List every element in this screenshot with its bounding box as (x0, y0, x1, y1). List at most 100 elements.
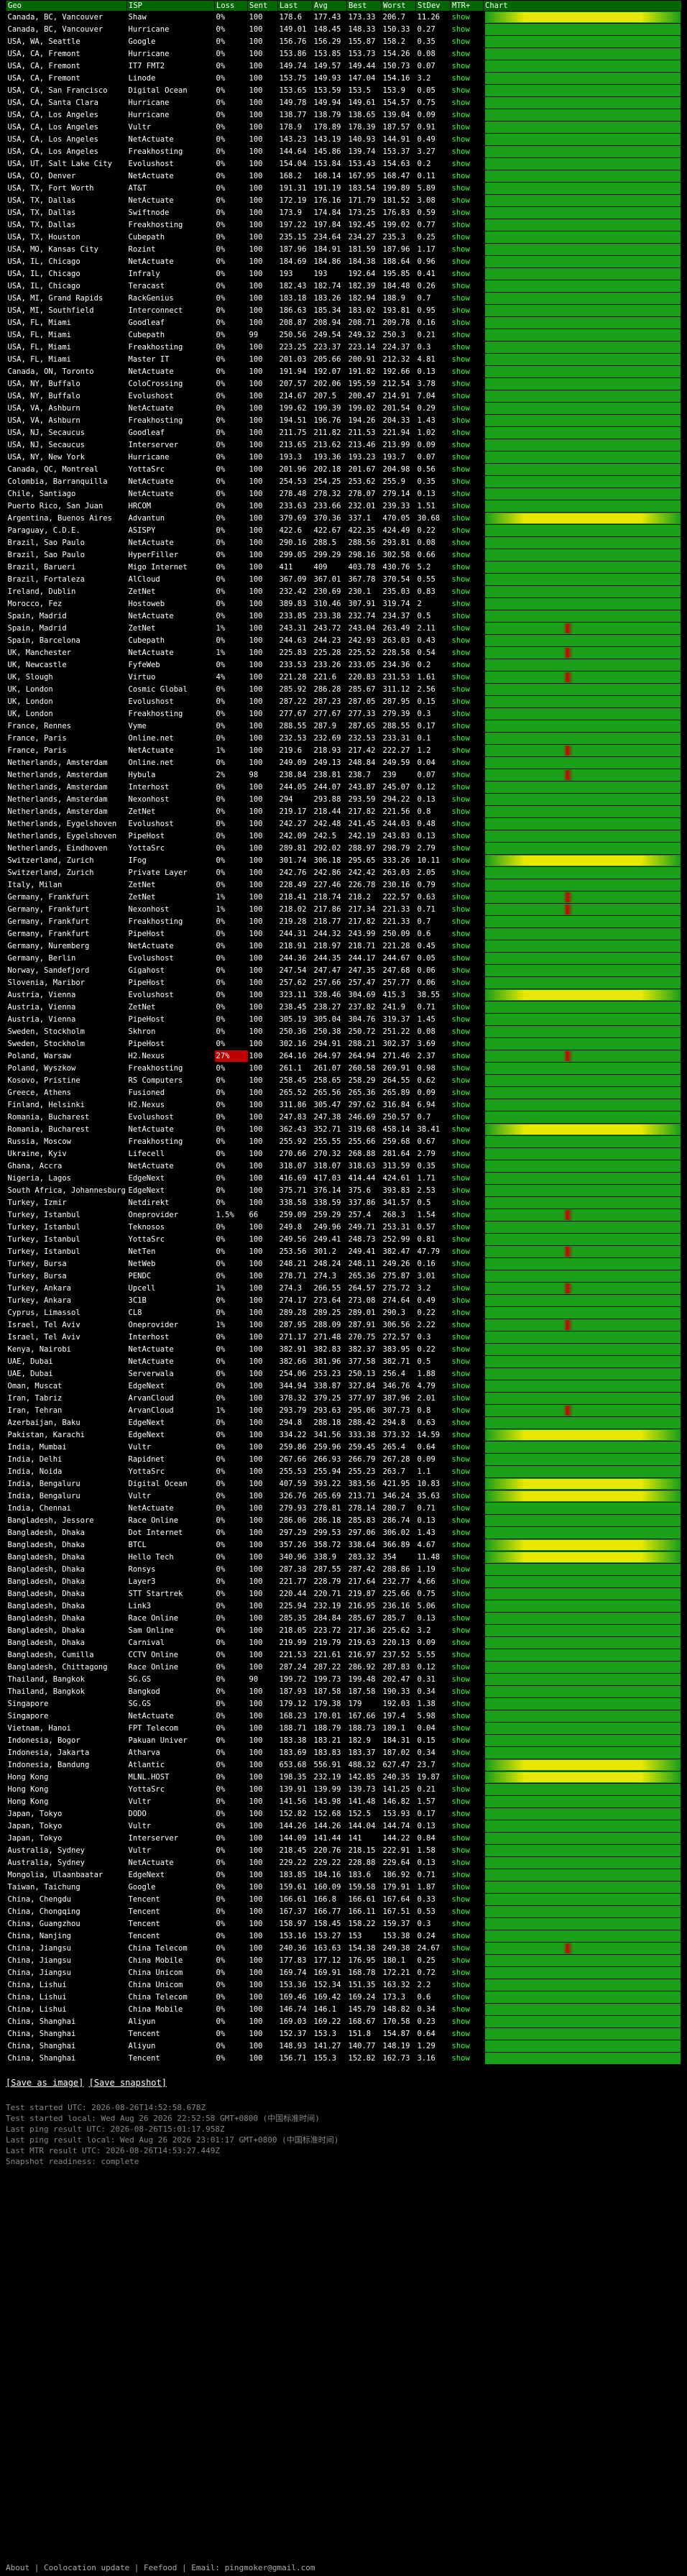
mtr-show-link[interactable]: show (450, 84, 484, 97)
mtr-show-link[interactable]: show (450, 683, 484, 696)
mtr-show-link[interactable]: show (450, 927, 484, 940)
mtr-show-link[interactable]: show (450, 830, 484, 843)
mtr-show-link[interactable]: show (450, 1820, 484, 1833)
mtr-show-link[interactable]: show (450, 1856, 484, 1869)
mtr-show-link[interactable]: show (450, 280, 484, 293)
mtr-show-link[interactable]: show (450, 597, 484, 610)
mtr-show-link[interactable]: show (450, 866, 484, 879)
mtr-show-link[interactable]: show (450, 1465, 484, 1478)
mtr-show-link[interactable]: show (450, 500, 484, 513)
mtr-show-link[interactable]: show (450, 707, 484, 720)
mtr-show-link[interactable]: show (450, 1600, 484, 1613)
mtr-show-link[interactable]: show (450, 1050, 484, 1063)
mtr-show-link[interactable]: show (450, 170, 484, 183)
mtr-show-link[interactable]: show (450, 1697, 484, 1710)
mtr-show-link[interactable]: show (450, 182, 484, 195)
mtr-show-link[interactable]: show (450, 1160, 484, 1173)
mtr-show-link[interactable]: show (450, 1905, 484, 1918)
mtr-show-link[interactable]: show (450, 1917, 484, 1930)
mtr-show-link[interactable]: show (450, 1270, 484, 1283)
mtr-show-link[interactable]: show (450, 353, 484, 366)
mtr-show-link[interactable]: show (450, 1514, 484, 1527)
mtr-show-link[interactable]: show (450, 487, 484, 500)
mtr-show-link[interactable]: show (450, 1135, 484, 1148)
mtr-show-link[interactable]: show (450, 1954, 484, 1967)
mtr-show-link[interactable]: show (450, 1257, 484, 1270)
mtr-show-link[interactable]: show (450, 940, 484, 953)
mtr-show-link[interactable]: show (450, 219, 484, 232)
mtr-show-link[interactable]: show (450, 744, 484, 757)
mtr-show-link[interactable]: show (450, 414, 484, 427)
mtr-show-link[interactable]: show (450, 341, 484, 354)
mtr-show-link[interactable]: show (450, 1893, 484, 1906)
mtr-show-link[interactable]: show (450, 1832, 484, 1845)
mtr-show-link[interactable]: show (450, 1111, 484, 1124)
mtr-show-link[interactable]: show (450, 2040, 484, 2053)
mtr-show-link[interactable]: show (450, 11, 484, 24)
mtr-show-link[interactable]: show (450, 329, 484, 342)
mtr-show-link[interactable]: show (450, 622, 484, 635)
mtr-show-link[interactable]: show (450, 243, 484, 256)
mtr-show-link[interactable]: show (450, 1429, 484, 1441)
mtr-show-link[interactable]: show (450, 463, 484, 476)
mtr-show-link[interactable]: show (450, 304, 484, 317)
mtr-show-link[interactable]: show (450, 756, 484, 769)
mtr-show-link[interactable]: show (450, 989, 484, 1001)
mtr-show-link[interactable]: show (450, 1233, 484, 1246)
mtr-show-link[interactable]: show (450, 1380, 484, 1393)
mtr-show-link[interactable]: show (450, 1282, 484, 1295)
mtr-show-link[interactable]: show (450, 659, 484, 671)
mtr-show-link[interactable]: show (450, 2003, 484, 2016)
mtr-show-link[interactable]: show (450, 390, 484, 403)
mtr-show-link[interactable]: show (450, 646, 484, 659)
mtr-show-link[interactable]: show (450, 145, 484, 158)
mtr-show-link[interactable]: show (450, 157, 484, 170)
mtr-show-link[interactable]: show (450, 1343, 484, 1356)
mtr-show-link[interactable]: show (450, 292, 484, 305)
mtr-show-link[interactable]: show (450, 1196, 484, 1209)
mtr-show-link[interactable]: show (450, 1172, 484, 1185)
mtr-show-link[interactable]: show (450, 2027, 484, 2040)
mtr-show-link[interactable]: show (450, 1636, 484, 1649)
mtr-show-link[interactable]: show (450, 1624, 484, 1637)
mtr-show-link[interactable]: show (450, 1930, 484, 1943)
mtr-show-link[interactable]: show (450, 842, 484, 855)
mtr-show-link[interactable]: show (450, 377, 484, 390)
mtr-show-link[interactable]: show (450, 1979, 484, 1991)
mtr-show-link[interactable]: show (450, 1746, 484, 1759)
mtr-show-link[interactable]: show (450, 1086, 484, 1099)
save-image-link[interactable]: [Save as image] (6, 2078, 83, 2088)
mtr-show-link[interactable]: show (450, 206, 484, 219)
mtr-show-link[interactable]: show (450, 879, 484, 891)
mtr-show-link[interactable]: show (450, 561, 484, 574)
mtr-show-link[interactable]: show (450, 1673, 484, 1686)
mtr-show-link[interactable]: show (450, 671, 484, 684)
mtr-show-link[interactable]: show (450, 1563, 484, 1576)
mtr-show-link[interactable]: show (450, 1453, 484, 1466)
mtr-show-link[interactable]: show (450, 1551, 484, 1564)
mtr-show-link[interactable]: show (450, 769, 484, 781)
mtr-show-link[interactable]: show (450, 1685, 484, 1698)
mtr-show-link[interactable]: show (450, 1771, 484, 1784)
mtr-show-link[interactable]: show (450, 121, 484, 134)
mtr-show-link[interactable]: show (450, 1416, 484, 1429)
mtr-show-link[interactable]: show (450, 805, 484, 818)
mtr-show-link[interactable]: show (450, 1783, 484, 1796)
mtr-show-link[interactable]: show (450, 1355, 484, 1368)
mtr-show-link[interactable]: show (450, 964, 484, 977)
mtr-show-link[interactable]: show (450, 1037, 484, 1050)
mtr-show-link[interactable]: show (450, 976, 484, 989)
mtr-show-link[interactable]: show (450, 1710, 484, 1723)
mtr-show-link[interactable]: show (450, 1575, 484, 1588)
mtr-show-link[interactable]: show (450, 1306, 484, 1319)
mtr-show-link[interactable]: show (450, 1991, 484, 2004)
mtr-show-link[interactable]: show (450, 1184, 484, 1197)
mtr-show-link[interactable]: show (450, 1502, 484, 1515)
mtr-show-link[interactable]: show (450, 1367, 484, 1380)
mtr-show-link[interactable]: show (450, 1587, 484, 1600)
mtr-show-link[interactable]: show (450, 1844, 484, 1857)
mtr-show-link[interactable]: show (450, 426, 484, 439)
mtr-show-link[interactable]: show (450, 854, 484, 867)
mtr-show-link[interactable]: show (450, 1013, 484, 1026)
mtr-show-link[interactable]: show (450, 133, 484, 146)
